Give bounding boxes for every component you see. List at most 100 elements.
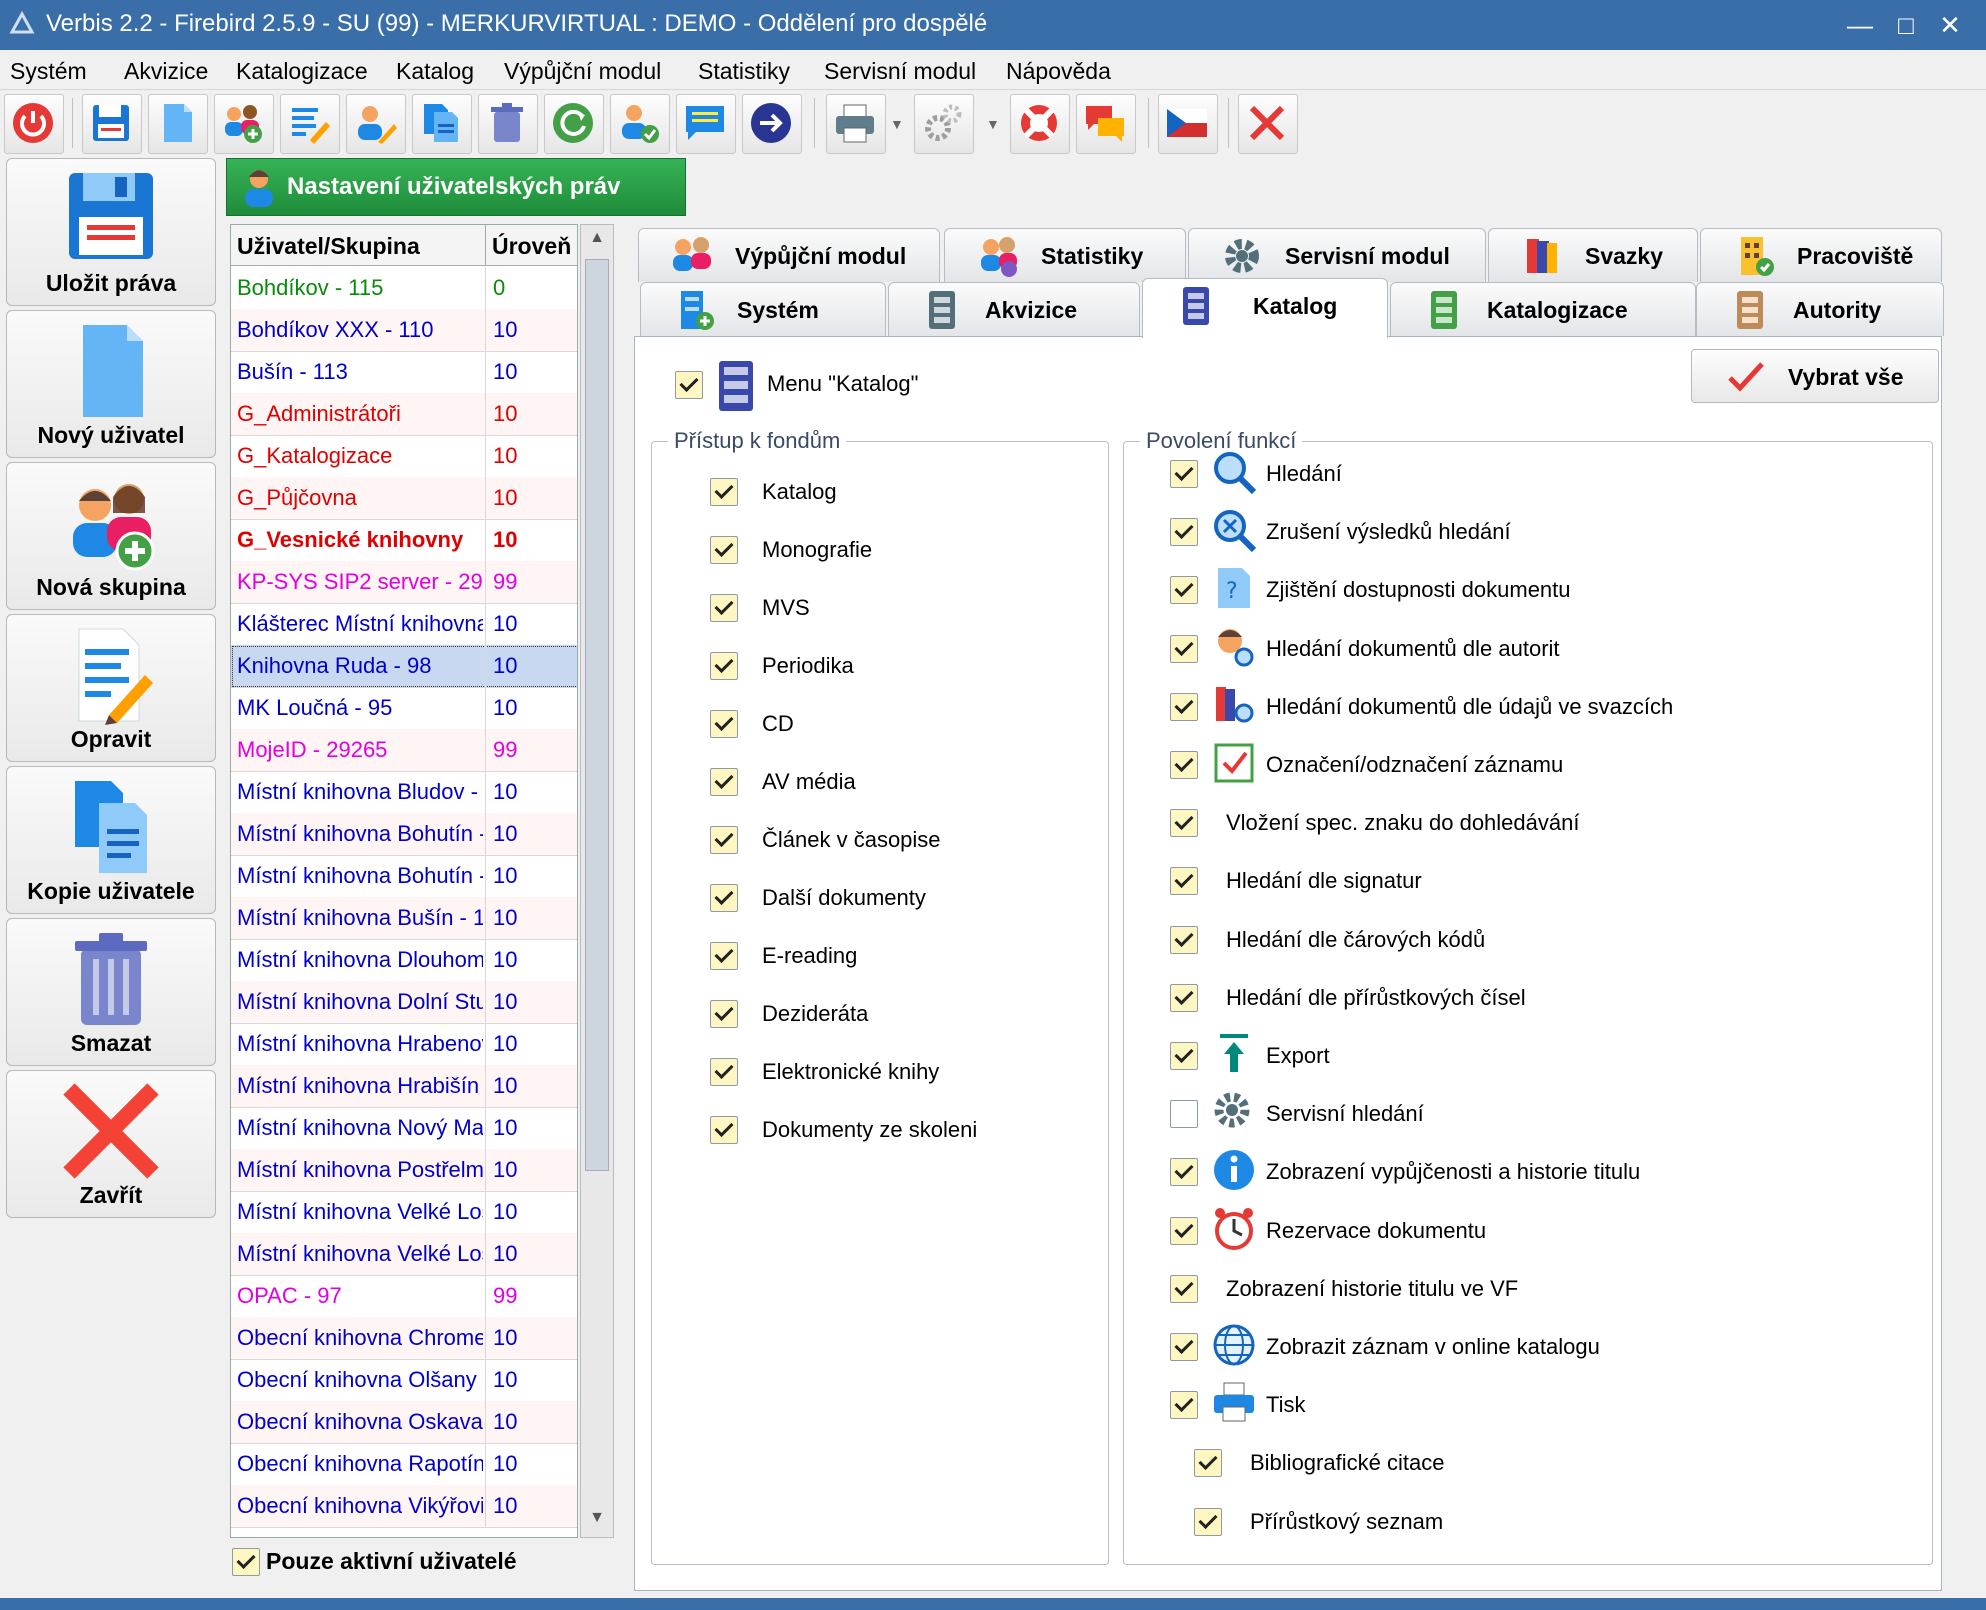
user-table-scrollbar[interactable]: ▲ ▼: [580, 224, 614, 1538]
fund-checkbox[interactable]: [710, 826, 738, 854]
power-button[interactable]: [4, 94, 64, 154]
settings-dropdown-icon[interactable]: ▼: [986, 116, 1000, 132]
table-row[interactable]: G_Vesnické knihovny 10: [231, 519, 577, 562]
fund-checkbox[interactable]: [710, 942, 738, 970]
add-group-tool-button[interactable]: [214, 94, 274, 154]
menu-statistiky[interactable]: Statistiky: [698, 58, 790, 85]
table-row[interactable]: Bohdíkov - 115 0: [231, 267, 577, 310]
save-rights-button[interactable]: Uložit práva: [6, 158, 216, 306]
function-checkbox[interactable]: [1170, 634, 1198, 663]
table-row[interactable]: Místní knihovna Bludov - 5 10: [231, 771, 577, 814]
tab-pracoviste[interactable]: Pracoviště: [1700, 228, 1942, 282]
fund-checkbox[interactable]: [710, 478, 738, 506]
edit-user-tool-button[interactable]: [346, 94, 406, 154]
table-row[interactable]: MK Loučná - 95 10: [231, 687, 577, 730]
copy-tool-button[interactable]: [412, 94, 472, 154]
table-row[interactable]: G_Administrátoři 10: [231, 393, 577, 436]
fund-checkbox[interactable]: [710, 536, 738, 564]
table-row[interactable]: Obecní knihovna Vikýřovic 10: [231, 1485, 577, 1528]
new-doc-tool-button[interactable]: [148, 94, 208, 154]
fund-checkbox[interactable]: [710, 1000, 738, 1028]
scroll-thumb[interactable]: [585, 259, 609, 1171]
message-tool-button[interactable]: [676, 94, 736, 154]
refresh-tool-button[interactable]: [544, 94, 604, 154]
print-tool-button[interactable]: [826, 94, 886, 154]
tab-katalogizace[interactable]: Katalogizace: [1390, 282, 1696, 336]
tab-statistiky[interactable]: Statistiky: [944, 228, 1186, 282]
edit-button[interactable]: Opravit: [6, 614, 216, 762]
function-checkbox[interactable]: [1170, 751, 1198, 779]
forward-tool-button[interactable]: [742, 94, 802, 154]
help-tool-button[interactable]: [1010, 94, 1070, 154]
column-header-level[interactable]: Úroveň: [485, 225, 577, 266]
function-checkbox[interactable]: [1170, 692, 1198, 721]
function-checkbox[interactable]: [1170, 867, 1198, 896]
function-checkbox[interactable]: [1170, 1100, 1198, 1129]
save-tool-button[interactable]: [82, 94, 142, 154]
scroll-up-icon[interactable]: ▲: [585, 229, 609, 253]
fund-checkbox[interactable]: [710, 768, 738, 796]
table-row[interactable]: MojeID - 29265 99: [231, 729, 577, 772]
menu-vypujcni-modul[interactable]: Výpůjční modul: [504, 58, 661, 85]
table-row[interactable]: Místní knihovna Bohutín - 10: [231, 855, 577, 898]
table-row[interactable]: G_Katalogizace 10: [231, 435, 577, 478]
fund-checkbox[interactable]: [710, 594, 738, 622]
fund-checkbox[interactable]: [710, 1116, 738, 1144]
copy-user-button[interactable]: Kopie uživatele: [6, 766, 216, 914]
function-checkbox[interactable]: [1170, 1216, 1198, 1245]
function-checkbox[interactable]: [1170, 983, 1198, 1012]
function-checkbox[interactable]: [1170, 925, 1198, 954]
function-checkbox[interactable]: [1170, 1274, 1198, 1303]
table-row[interactable]: Bohdíkov XXX - 110 10: [231, 309, 577, 352]
menu-system[interactable]: Systém: [10, 58, 87, 85]
table-row[interactable]: Knihovna Ruda - 98 10: [231, 645, 577, 688]
table-row[interactable]: Místní knihovna Postřelmo 10: [231, 1149, 577, 1192]
fund-checkbox[interactable]: [710, 884, 738, 912]
function-checkbox[interactable]: [1194, 1507, 1222, 1536]
table-row[interactable]: Místní knihovna Velké Losi 10: [231, 1191, 577, 1234]
new-group-button[interactable]: Nová skupina: [6, 462, 216, 610]
close-button[interactable]: Zavřít: [6, 1070, 216, 1218]
table-row[interactable]: Místní knihovna Nový Mali 10: [231, 1107, 577, 1150]
table-row[interactable]: KP-SYS SIP2 server - 292 99: [231, 561, 577, 604]
table-row[interactable]: Místní knihovna Dlouhomil 10: [231, 939, 577, 982]
chat-tool-button[interactable]: [1076, 94, 1136, 154]
function-checkbox[interactable]: [1194, 1449, 1222, 1478]
table-row[interactable]: Bušín - 113 10: [231, 351, 577, 394]
menu-servisni-modul[interactable]: Servisní modul: [824, 58, 976, 85]
print-dropdown-icon[interactable]: ▼: [890, 116, 904, 132]
fund-checkbox[interactable]: [710, 1058, 738, 1086]
delete-tool-button[interactable]: [478, 94, 538, 154]
tab-katalog[interactable]: Katalog: [1142, 278, 1388, 338]
edit-tool-button[interactable]: [280, 94, 340, 154]
menu-napoveda[interactable]: Nápověda: [1006, 58, 1111, 85]
function-checkbox[interactable]: [1170, 809, 1198, 838]
function-checkbox[interactable]: [1170, 1333, 1198, 1361]
delete-button[interactable]: Smazat: [6, 918, 216, 1066]
table-row[interactable]: Obecní knihovna Olšany - 10: [231, 1359, 577, 1402]
function-checkbox[interactable]: [1170, 576, 1198, 605]
function-checkbox[interactable]: [1170, 1158, 1198, 1187]
user-table[interactable]: Uživatel/Skupina Úroveň Bohdíkov - 115 0 B…: [230, 224, 578, 1538]
tab-vypujcni-modul[interactable]: Výpůjční modul: [638, 228, 940, 282]
table-row[interactable]: Místní knihovna Hrabišín - 10: [231, 1065, 577, 1108]
tab-servisni-modul[interactable]: Servisní modul: [1188, 228, 1486, 282]
function-checkbox[interactable]: [1170, 460, 1198, 488]
close-tool-button[interactable]: [1238, 94, 1298, 154]
table-row[interactable]: Obecní knihovna Rapotín 10: [231, 1443, 577, 1486]
active-only-checkbox[interactable]: [232, 1548, 260, 1576]
table-row[interactable]: Místní knihovna Velké Losi 10: [231, 1233, 577, 1276]
column-header-user[interactable]: Uživatel/Skupina: [231, 225, 485, 266]
scroll-down-icon[interactable]: ▼: [585, 1509, 609, 1533]
table-row[interactable]: OPAC - 97 99: [231, 1275, 577, 1318]
table-row[interactable]: Místní knihovna Dolní Stuc 10: [231, 981, 577, 1024]
table-row[interactable]: G_Půjčovna 10: [231, 477, 577, 520]
tab-system[interactable]: Systém: [640, 282, 886, 336]
menu-katalogizace[interactable]: Katalogizace: [236, 58, 368, 85]
menu-katalog[interactable]: Katalog: [396, 58, 474, 85]
fund-checkbox[interactable]: [710, 710, 738, 738]
settings-tool-button[interactable]: [914, 94, 974, 154]
table-row[interactable]: Místní knihovna Bušín - 12 10: [231, 897, 577, 940]
menu-katalog-checkbox[interactable]: [675, 371, 703, 399]
function-checkbox[interactable]: [1170, 518, 1198, 547]
